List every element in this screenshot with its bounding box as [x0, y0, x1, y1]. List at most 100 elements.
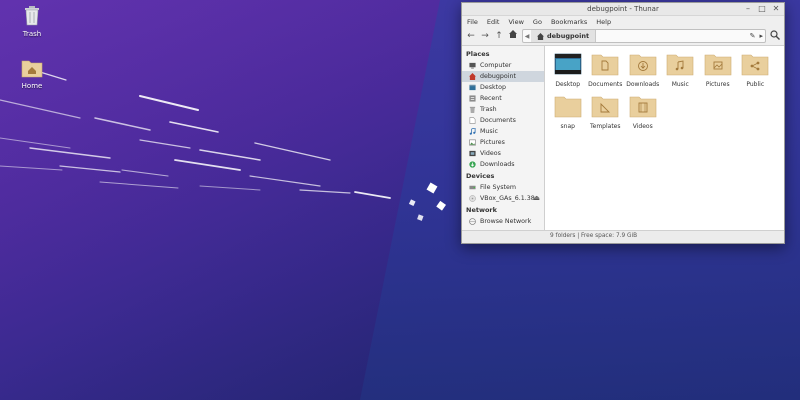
- file-item-public[interactable]: Public: [737, 52, 775, 88]
- documents-icon: [469, 117, 476, 124]
- up-arrow-icon[interactable]: ↑: [494, 30, 504, 42]
- file-manager-window: debugpoint - Thunar – □ ✕ File Edit View…: [461, 2, 785, 244]
- pictures-folder-icon: [704, 54, 732, 76]
- folder-icon: [554, 96, 582, 118]
- downloads-icon: [469, 161, 476, 168]
- file-item-label: Documents: [588, 81, 623, 88]
- sidebar-item-downloads[interactable]: Downloads: [462, 159, 544, 170]
- sidebar-item-documents[interactable]: Documents: [462, 115, 544, 126]
- file-item-pictures[interactable]: Pictures: [699, 52, 737, 88]
- desktop-icon: [469, 84, 476, 91]
- sidebar-item-music[interactable]: Music: [462, 126, 544, 137]
- file-item-label: Public: [746, 81, 765, 88]
- search-icon[interactable]: [770, 30, 780, 42]
- network-icon: [469, 218, 476, 225]
- sidebar-item-label: Documents: [480, 117, 516, 124]
- desktop-icon-trash[interactable]: Trash: [2, 4, 62, 38]
- back-arrow-icon[interactable]: ←: [466, 30, 476, 42]
- file-item-label: Templates: [589, 123, 621, 130]
- menu-edit[interactable]: Edit: [487, 18, 500, 26]
- sidebar-item-videos[interactable]: Videos: [462, 148, 544, 159]
- menu-bookmarks[interactable]: Bookmarks: [551, 18, 587, 26]
- recent-icon: [469, 95, 476, 102]
- sidebar-item-label: VBox_GAs_6.1.38: [480, 195, 535, 202]
- status-text: 9 folders | Free space: 7.9 GiB: [550, 233, 638, 239]
- trash-icon: [469, 106, 476, 113]
- computer-icon: [469, 62, 476, 69]
- sidebar-item-trash[interactable]: Trash: [462, 104, 544, 115]
- path-scroll-right-icon[interactable]: ▸: [759, 30, 763, 42]
- location-bar[interactable]: ◀ debugpoint ✎ ▸: [522, 29, 766, 43]
- sidebar-item-label: Pictures: [480, 139, 505, 146]
- home-icon: [469, 73, 476, 80]
- file-view[interactable]: Desktop Documents Downloads Music Pictur…: [545, 46, 784, 231]
- file-item-documents[interactable]: Documents: [587, 52, 625, 88]
- drive-icon: [469, 185, 476, 190]
- public-folder-icon: [741, 54, 769, 76]
- forward-arrow-icon[interactable]: →: [480, 30, 490, 42]
- maximize-button[interactable]: □: [758, 5, 766, 13]
- path-scroll-left-icon[interactable]: ◀: [523, 33, 531, 40]
- breadcrumb-label: debugpoint: [547, 32, 590, 40]
- file-item-downloads[interactable]: Downloads: [624, 52, 662, 88]
- sidebar-section-places: Places: [466, 50, 490, 58]
- file-item-label: Music: [671, 81, 689, 88]
- documents-folder-icon: [591, 54, 619, 76]
- file-item-music[interactable]: Music: [662, 52, 700, 88]
- trash-icon: [25, 6, 39, 26]
- file-item-desktop[interactable]: Desktop: [549, 52, 587, 88]
- sidebar-item-label: debugpoint: [480, 73, 516, 80]
- file-item-label: Videos: [632, 123, 653, 130]
- desktop-icon-home[interactable]: Home: [2, 58, 62, 90]
- home-icon: [537, 32, 544, 40]
- sidebar-item-file-system[interactable]: File System: [462, 182, 544, 193]
- close-button[interactable]: ✕: [772, 5, 780, 13]
- menu-help[interactable]: Help: [596, 18, 611, 26]
- sidebar-item-label: Computer: [480, 62, 512, 69]
- sidebar-item-label: Recent: [480, 95, 502, 102]
- sidebar-item-label: Trash: [480, 106, 497, 113]
- videos-icon: [469, 150, 476, 157]
- downloads-folder-icon: [629, 54, 657, 76]
- sidebar-item-label: Music: [480, 128, 498, 135]
- sidebar: Places Computer debugpoint Desktop Recen…: [462, 46, 545, 231]
- menu-view[interactable]: View: [508, 18, 523, 26]
- file-item-label: snap: [560, 123, 575, 130]
- file-item-snap[interactable]: snap: [549, 94, 587, 130]
- file-item-label: Downloads: [626, 81, 660, 88]
- desktop-icon-label: Trash: [22, 30, 42, 38]
- menu-file[interactable]: File: [467, 18, 478, 26]
- sidebar-item-label: Downloads: [480, 161, 515, 168]
- file-item-templates[interactable]: Templates: [587, 94, 625, 130]
- sidebar-section-network: Network: [466, 206, 497, 214]
- window-title: debugpoint - Thunar: [587, 5, 659, 13]
- music-folder-icon: [666, 54, 694, 76]
- toolbar: ← → ↑ ◀ debugpoint ✎ ▸: [462, 27, 784, 46]
- home-icon[interactable]: [508, 30, 518, 42]
- sidebar-item-label: Desktop: [480, 84, 506, 91]
- sidebar-item-pictures[interactable]: Pictures: [462, 137, 544, 148]
- file-item-label: Pictures: [705, 81, 730, 88]
- breadcrumb-current[interactable]: debugpoint: [531, 30, 597, 42]
- file-item-videos[interactable]: Videos: [624, 94, 662, 130]
- sidebar-item-recent[interactable]: Recent: [462, 93, 544, 104]
- sidebar-item-debugpoint[interactable]: debugpoint: [462, 71, 544, 82]
- eject-icon[interactable]: ⏏: [533, 194, 540, 202]
- sidebar-item-label: Videos: [480, 150, 501, 157]
- sidebar-item-desktop[interactable]: Desktop: [462, 82, 544, 93]
- sidebar-item-label: File System: [480, 184, 517, 191]
- status-bar: 9 folders | Free space: 7.9 GiB: [462, 230, 784, 243]
- minimize-button[interactable]: –: [744, 5, 752, 13]
- menu-go[interactable]: Go: [533, 18, 542, 26]
- file-item-label: Desktop: [555, 81, 581, 88]
- desktop-folder-icon: [554, 53, 582, 75]
- edit-location-icon[interactable]: ✎: [750, 30, 756, 42]
- sidebar-section-devices: Devices: [466, 172, 495, 180]
- sidebar-item-browse-network[interactable]: Browse Network: [462, 216, 544, 227]
- sidebar-item-label: Browse Network: [480, 218, 532, 225]
- disc-icon: [469, 195, 476, 202]
- sidebar-item-vbox-disc[interactable]: VBox_GAs_6.1.38 ⏏: [462, 193, 544, 204]
- window-titlebar[interactable]: debugpoint - Thunar – □ ✕: [462, 3, 784, 16]
- music-icon: [469, 128, 476, 135]
- sidebar-item-computer[interactable]: Computer: [462, 60, 544, 71]
